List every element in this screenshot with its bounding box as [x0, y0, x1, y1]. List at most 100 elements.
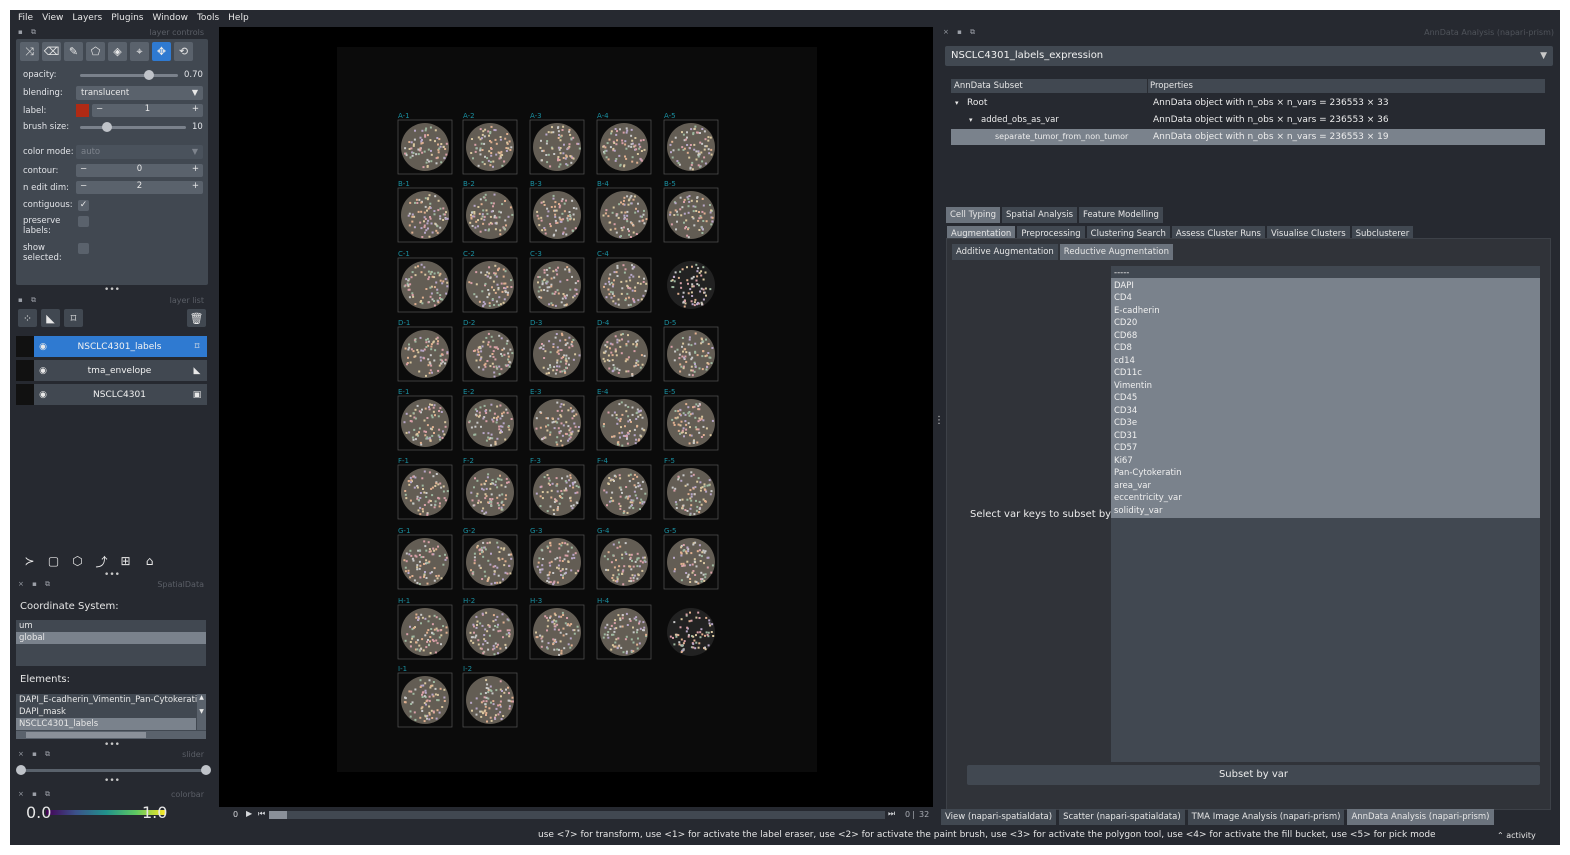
dock-tab-view-napari-spatialdata[interactable]: View (napari-spatialdata)	[941, 809, 1057, 825]
tree-row[interactable]: ▾ Root AnnData object with n_obs × n_var…	[951, 95, 1545, 111]
eye-icon[interactable]: ◉	[34, 366, 52, 376]
transpose-icon[interactable]: ⤴	[92, 552, 111, 570]
expand-arrow-icon[interactable]: ▾	[969, 112, 973, 128]
dock-controls-icon[interactable]: × ▪ ⧉	[18, 580, 53, 589]
dock-tab-scatter-napari-spatialdata[interactable]: Scatter (napari-spatialdata)	[1059, 809, 1185, 825]
expand-arrow-icon[interactable]: ▾	[955, 95, 959, 111]
eye-icon[interactable]: ◉	[34, 342, 52, 352]
eye-icon[interactable]: ◉	[34, 390, 52, 400]
step-forward-icon[interactable]: ⏭	[888, 809, 895, 819]
increment-icon[interactable]: +	[192, 181, 199, 191]
var-key-item[interactable]: CD8	[1114, 342, 1132, 355]
grid-icon[interactable]: ⊞	[116, 552, 135, 570]
step-back-icon[interactable]: ⏮	[258, 809, 265, 819]
tree-row[interactable]: separate_tumor_from_non_tumor AnnData ob…	[951, 129, 1545, 145]
increment-icon[interactable]: +	[192, 104, 199, 114]
dock-float-icon[interactable]: ▪ ⧉	[18, 28, 39, 37]
dock-controls-icon[interactable]: × ▪ ⧉	[943, 28, 978, 37]
dataset-select[interactable]: NSCLC4301_labels_expression ▼	[945, 46, 1553, 66]
menu-file[interactable]: File	[18, 13, 33, 23]
show-selected-checkbox[interactable]	[78, 243, 89, 254]
list-item[interactable]: DAPI_mask	[16, 706, 206, 718]
var-key-item[interactable]: CD57	[1114, 442, 1137, 455]
var-key-item[interactable]: CD4	[1114, 292, 1132, 305]
contour-spinbox[interactable]: − 0 +	[76, 164, 203, 177]
fill-bucket-icon[interactable]: ◈	[108, 42, 127, 61]
pick-mode-icon[interactable]: ⌖	[130, 42, 149, 61]
var-key-item[interactable]: E-cadherin	[1114, 305, 1160, 318]
var-key-item[interactable]: DAPI	[1114, 280, 1134, 293]
var-key-item[interactable]: CD3e	[1114, 417, 1137, 430]
var-key-item[interactable]: CD11c	[1114, 367, 1142, 380]
dims-slider-handle[interactable]	[269, 811, 287, 819]
var-key-item[interactable]: Vimentin	[1114, 380, 1152, 393]
list-item[interactable]: um	[16, 620, 206, 632]
contiguous-checkbox[interactable]: ✓	[78, 200, 89, 211]
ndisplay-icon[interactable]: ▢	[44, 552, 63, 570]
layer-row[interactable]: ◉ tma_envelope ◣	[16, 360, 207, 381]
var-key-item[interactable]: eccentricity_var	[1114, 492, 1182, 505]
var-key-item[interactable]: solidity_var	[1114, 505, 1162, 518]
var-key-item[interactable]: CD68	[1114, 330, 1137, 343]
polygon-tool-icon[interactable]: ⬠	[86, 42, 105, 61]
pan-zoom-icon[interactable]: ✥	[152, 42, 171, 61]
opacity-slider[interactable]	[80, 74, 178, 77]
menu-help[interactable]: Help	[228, 13, 249, 23]
color-mode-select[interactable]: auto ▼	[76, 145, 203, 159]
var-key-item[interactable]: CD31	[1114, 430, 1137, 443]
brush-size-slider-handle[interactable]	[101, 122, 112, 132]
transform-icon[interactable]: ⟲	[174, 42, 193, 61]
tab-reductive-augmentation[interactable]: Reductive Augmentation	[1059, 244, 1173, 260]
range-slider-max-handle[interactable]	[201, 765, 211, 775]
dock-tab-anndata-analysis-napari-prism[interactable]: AnnData Analysis (napari-prism)	[1347, 809, 1494, 825]
paint-brush-icon[interactable]: ✎	[64, 42, 83, 61]
delete-layer-icon[interactable]: 🗑	[187, 309, 206, 327]
var-key-item[interactable]: cd14	[1114, 355, 1135, 368]
image-canvas[interactable]: A-1 A-2 A-3 A-4 A-5 B-1 B-2 B-3 B-4 B-5 C-1 C-2 C-3 C…	[219, 27, 933, 807]
dock-float-icon[interactable]: ▪ ⧉	[18, 296, 39, 305]
range-slider[interactable]	[20, 769, 204, 772]
tab-cell-typing[interactable]: Cell Typing	[946, 207, 1001, 223]
activity-toggle[interactable]: ⌃ activity	[1497, 831, 1536, 840]
list-item[interactable]: NSCLC4301_labels	[16, 718, 196, 730]
var-key-item[interactable]: area_var	[1114, 480, 1151, 493]
var-key-item[interactable]: CD34	[1114, 405, 1137, 418]
tab-spatial-analysis[interactable]: Spatial Analysis	[1002, 207, 1078, 223]
var-key-item[interactable]: CD45	[1114, 392, 1137, 405]
blending-select[interactable]: translucent ▼	[76, 86, 203, 100]
roll-dims-icon[interactable]: ⬡	[68, 552, 87, 570]
layer-row[interactable]: ◉ NSCLC4301 ▣	[16, 384, 207, 405]
vertical-scrollbar[interactable]: ▲ ▼	[197, 694, 206, 730]
splitter-handle[interactable]: •••	[16, 285, 208, 295]
range-slider-min-handle[interactable]	[16, 765, 26, 775]
menu-layers[interactable]: Layers	[72, 13, 102, 23]
var-keys-list[interactable]: ----- DAPI CD4 E-cadherin CD20 CD68 CD8 cd14 CD1…	[1111, 266, 1540, 762]
tab-additive-augmentation[interactable]: Additive Augmentation	[952, 244, 1058, 260]
eraser-icon[interactable]: ⌫	[42, 42, 61, 61]
tab-feature-modelling[interactable]: Feature Modelling	[1079, 207, 1163, 223]
subset-by-var-button[interactable]: Subset by var	[967, 765, 1540, 785]
dock-controls-icon[interactable]: × ▪ ⧉	[18, 790, 53, 799]
scrollbar-thumb[interactable]	[26, 732, 146, 738]
new-labels-icon[interactable]: ⌑	[64, 309, 83, 327]
label-spinbox[interactable]: − 1 +	[92, 104, 203, 117]
increment-icon[interactable]: +	[192, 164, 199, 174]
dock-tab-tma-image-analysis-napari-prism[interactable]: TMA Image Analysis (napari-prism)	[1187, 809, 1345, 825]
dims-slider[interactable]	[269, 811, 885, 819]
menu-window[interactable]: Window	[152, 13, 188, 23]
menu-view[interactable]: View	[42, 13, 63, 23]
brush-size-slider[interactable]	[80, 126, 186, 129]
layer-row[interactable]: ◉ NSCLC4301_labels ⌑	[16, 336, 207, 357]
var-key-item[interactable]: Ki67	[1114, 455, 1133, 468]
preserve-labels-checkbox[interactable]	[78, 216, 89, 227]
dock-controls-icon[interactable]: × ▪ ⧉	[18, 750, 53, 759]
horizontal-scrollbar[interactable]	[16, 731, 206, 739]
menu-tools[interactable]: Tools	[197, 13, 219, 23]
tree-row[interactable]: ▾ added_obs_as_var AnnData object with n…	[951, 112, 1545, 128]
play-icon[interactable]: ▶	[246, 809, 252, 818]
new-shapes-icon[interactable]: ◣	[41, 309, 60, 327]
menu-plugins[interactable]: Plugins	[111, 13, 143, 23]
var-key-item[interactable]: -----	[1114, 267, 1129, 280]
list-item[interactable]: DAPI_E-cadherin_Vimentin_Pan-Cytokerati	[16, 694, 206, 706]
opacity-slider-handle[interactable]	[143, 70, 154, 80]
